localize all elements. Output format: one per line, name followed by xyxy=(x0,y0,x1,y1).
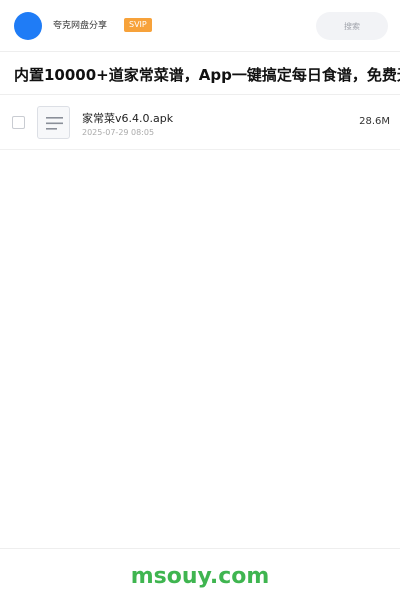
share-page: 夸克网盘分享 SVIP 内置10000+道家常菜谱，App一键搞定每日食谱，免费… xyxy=(0,0,400,600)
watermark: msouy.com xyxy=(130,564,270,589)
avatar[interactable] xyxy=(14,12,42,40)
file-lines-icon xyxy=(46,117,63,130)
file-name[interactable]: 家常菜v6.4.0.apk xyxy=(82,112,173,126)
share-title: 内置10000+道家常菜谱，App一键搞定每日食谱，免费无广告 xyxy=(14,66,400,84)
header: 夸克网盘分享 SVIP xyxy=(0,0,400,52)
file-row[interactable]: 家常菜v6.4.0.apk 2025-07-29 08:05 28.6M xyxy=(0,96,400,150)
share-title-bar: 内置10000+道家常菜谱，App一键搞定每日食谱，免费无广告 xyxy=(0,53,400,95)
file-size: 28.6M xyxy=(359,116,390,127)
search-input[interactable] xyxy=(316,12,388,40)
file-checkbox[interactable] xyxy=(12,116,25,129)
svip-badge: SVIP xyxy=(124,18,152,32)
file-date: 2025-07-29 08:05 xyxy=(82,128,155,137)
username: 夸克网盘分享 xyxy=(53,21,108,31)
file-doc-icon xyxy=(37,106,70,139)
footer: msouy.com xyxy=(0,548,400,600)
